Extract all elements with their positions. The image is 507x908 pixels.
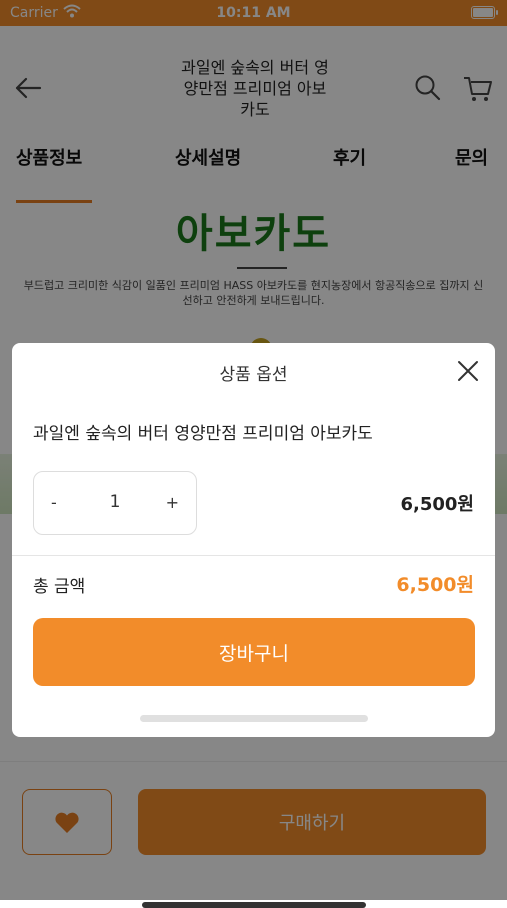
modal-drag-handle[interactable] — [140, 715, 368, 722]
close-icon[interactable] — [457, 360, 479, 386]
modal-title: 상품 옵션 — [219, 365, 288, 385]
home-indicator — [142, 902, 366, 908]
quantity-stepper: - 1 + — [33, 471, 197, 535]
total-price: 6,500원 — [396, 574, 474, 596]
option-product-name: 과일엔 숲속의 버터 영양만점 프리미엄 아보카도 — [33, 424, 373, 444]
option-modal: 상품 옵션 과일엔 숲속의 버터 영양만점 프리미엄 아보카도 - 1 + 6,… — [12, 343, 495, 737]
divider — [12, 555, 495, 556]
add-to-cart-button[interactable]: 장바구니 — [33, 618, 475, 686]
item-price: 6,500원 — [400, 494, 475, 515]
total-label: 총 금액 — [33, 577, 86, 597]
increase-button[interactable]: + — [166, 493, 179, 512]
